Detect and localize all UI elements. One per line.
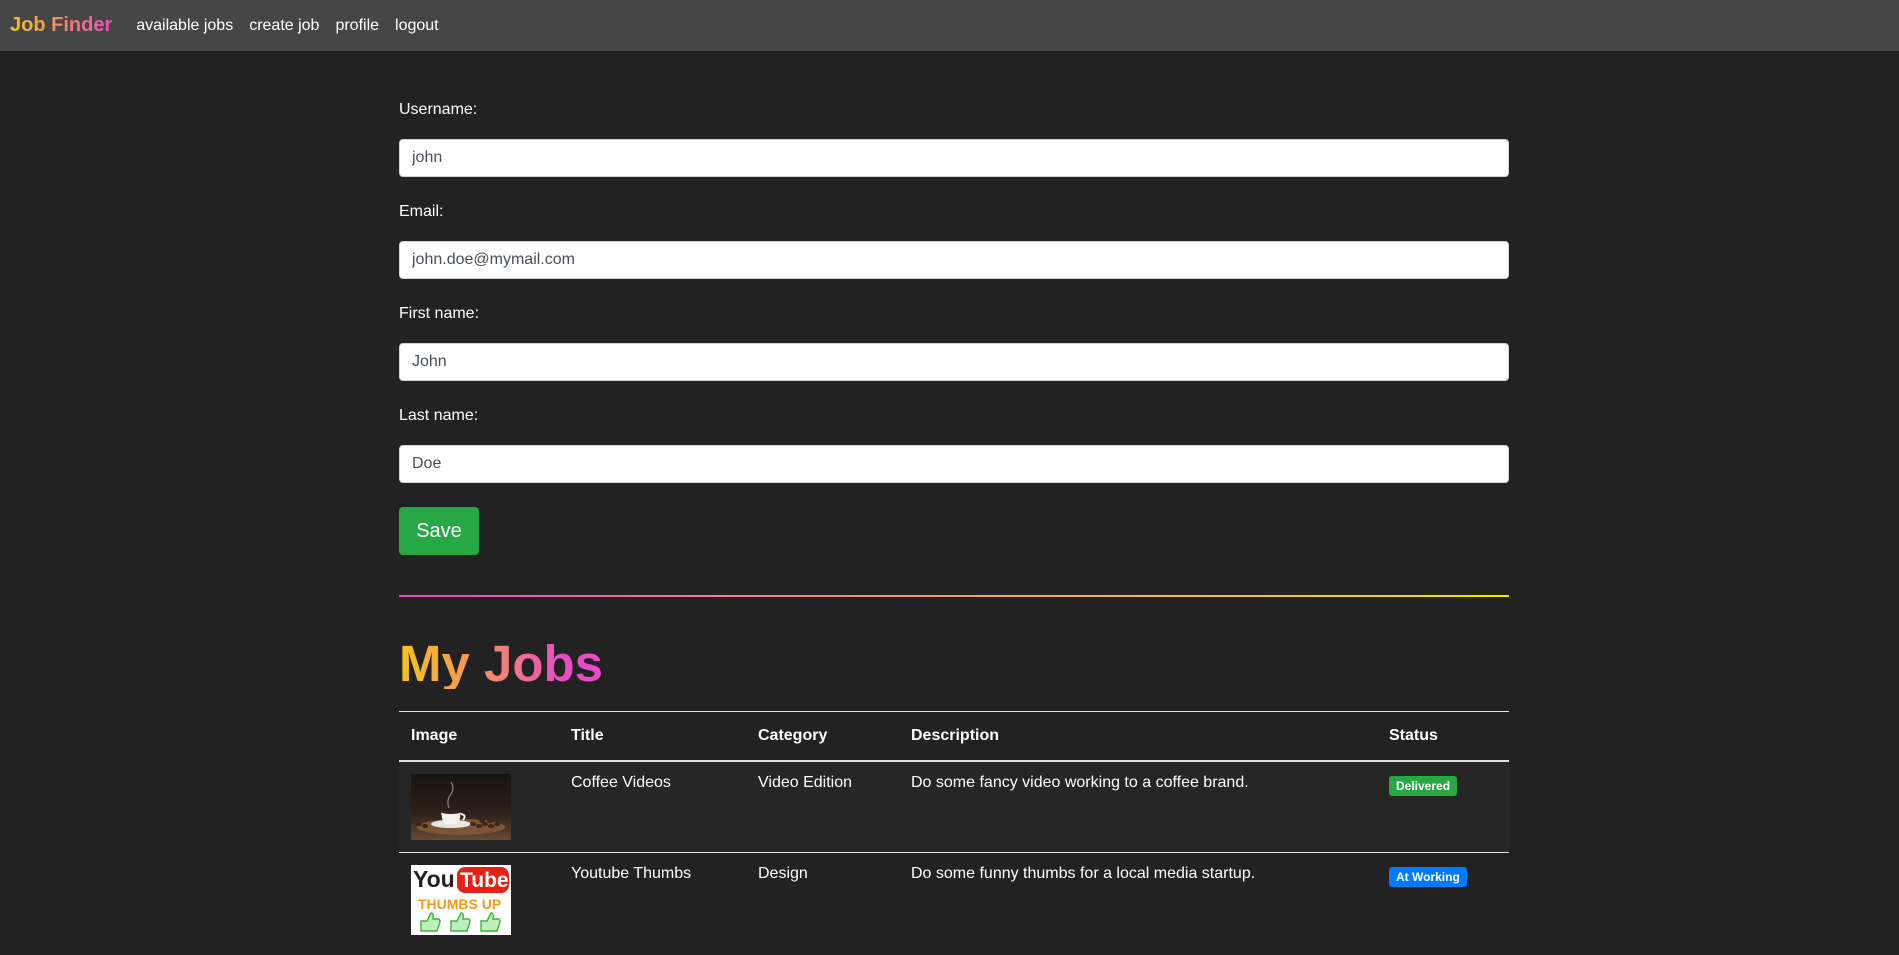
job-description: Do some funny thumbs for a local media s…	[899, 851, 1377, 947]
column-header-image: Image	[399, 711, 559, 762]
job-status-cell: Delivered	[1377, 760, 1509, 852]
job-image-cell: You Tube THUMBS UP	[399, 851, 559, 947]
column-header-status: Status	[1377, 711, 1509, 762]
job-image-cell	[399, 760, 559, 852]
email-input[interactable]	[399, 241, 1509, 279]
username-label: Username:	[399, 101, 478, 118]
youtube-thumbs-up-image: You Tube THUMBS UP	[411, 864, 511, 935]
nav-link-create-job[interactable]: create job	[249, 17, 319, 35]
my-jobs-heading: My Jobs	[399, 635, 604, 692]
column-header-category: Category	[746, 711, 899, 762]
last-name-input[interactable]	[399, 445, 1509, 483]
last-name-label: Last name:	[399, 407, 479, 424]
brand-logo[interactable]: Job Finder	[10, 14, 112, 37]
job-title: Youtube Thumbs	[559, 851, 746, 947]
job-status-cell: At Working	[1377, 851, 1509, 947]
table-header-row: Image Title Category Description Status	[399, 711, 1509, 762]
nav-link-available-jobs[interactable]: available jobs	[136, 17, 233, 35]
job-description: Do some fancy video working to a coffee …	[899, 760, 1377, 852]
job-category: Video Edition	[746, 760, 899, 852]
table-row[interactable]: You Tube THUMBS UP Youtube Thumbs Design…	[399, 851, 1509, 947]
nav-link-profile[interactable]: profile	[335, 17, 379, 35]
svg-text:You: You	[413, 866, 455, 892]
status-badge: At Working	[1389, 866, 1467, 887]
username-input[interactable]	[399, 139, 1509, 177]
svg-text:Tube: Tube	[460, 869, 509, 892]
nav-link-logout[interactable]: logout	[395, 17, 439, 35]
column-header-description: Description	[899, 711, 1377, 762]
job-category: Design	[746, 851, 899, 947]
top-navbar: Job Finder available jobs create job pro…	[0, 0, 1899, 51]
save-button[interactable]: Save	[399, 507, 479, 555]
status-badge: Delivered	[1389, 775, 1458, 796]
coffee-cup-image	[411, 773, 511, 840]
table-row[interactable]: Coffee Videos Video Edition Do some fanc…	[399, 760, 1509, 852]
job-title: Coffee Videos	[559, 760, 746, 852]
email-label: Email:	[399, 203, 444, 220]
column-header-title: Title	[559, 711, 746, 762]
gradient-divider	[399, 595, 1509, 597]
first-name-label: First name:	[399, 305, 480, 322]
svg-text:THUMBS UP: THUMBS UP	[418, 896, 501, 912]
first-name-input[interactable]	[399, 343, 1509, 381]
jobs-table: Image Title Category Description Status	[399, 711, 1509, 947]
